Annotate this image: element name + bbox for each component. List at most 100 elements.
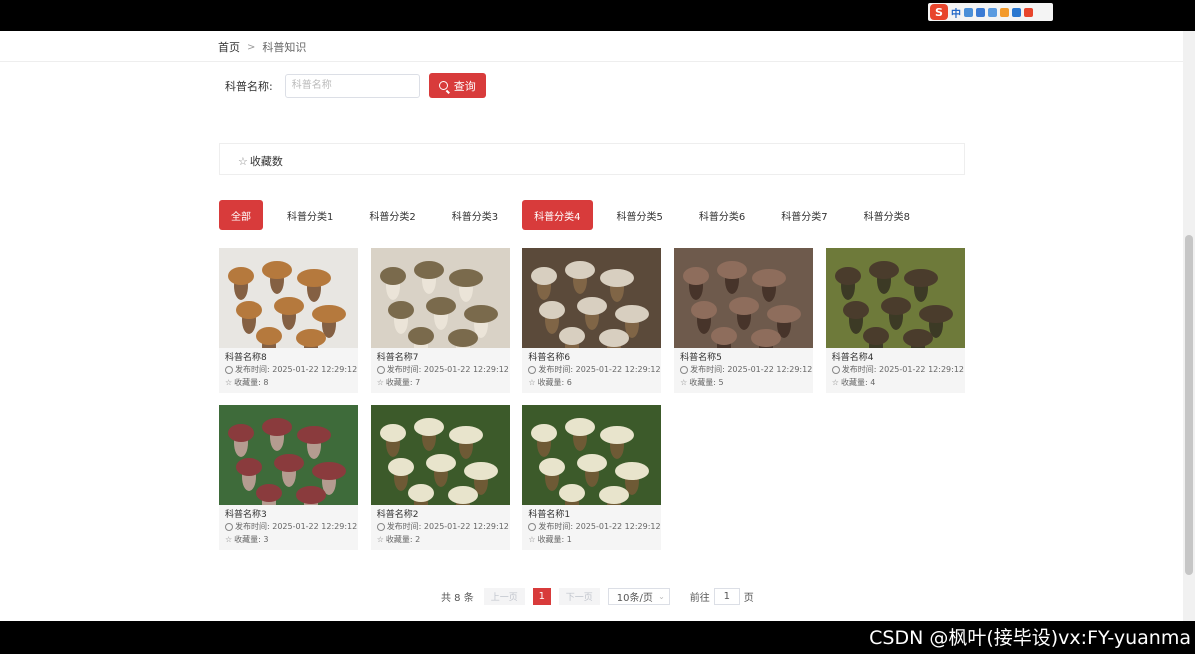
content-card[interactable]: 科普名称1 发布时间: 2025-01-22 12:29:12 ☆ 收藏量: 1 bbox=[522, 405, 662, 550]
card-publish-time: 发布时间: 2025-01-22 12:29:12 bbox=[528, 521, 661, 532]
star-icon: ☆ bbox=[225, 535, 233, 544]
star-icon: ☆ bbox=[238, 154, 248, 168]
sogou-logo-icon: S bbox=[930, 4, 948, 20]
star-icon: ☆ bbox=[680, 378, 688, 387]
favorites-text: 收藏量: 7 bbox=[385, 378, 421, 387]
content-card[interactable]: 科普名称5 发布时间: 2025-01-22 12:29:12 ☆ 收藏量: 5 bbox=[674, 248, 814, 393]
search-label: 科普名称: bbox=[225, 79, 273, 93]
card-image[interactable] bbox=[219, 248, 358, 348]
card-title[interactable]: 科普名称8 bbox=[225, 350, 267, 363]
tab-3[interactable]: 科普分类3 bbox=[440, 200, 510, 230]
publish-time-text: 发布时间: 2025-01-22 12:29:12 bbox=[386, 365, 509, 374]
tab-5[interactable]: 科普分类5 bbox=[605, 200, 675, 230]
breadcrumb-home[interactable]: 首页 bbox=[218, 39, 240, 55]
favorites-text: 收藏量: 3 bbox=[234, 535, 269, 544]
search-bar: 科普名称: 科普名称 查询 bbox=[225, 73, 486, 98]
tab-2[interactable]: 科普分类2 bbox=[357, 200, 427, 230]
card-image[interactable] bbox=[219, 405, 358, 505]
page-suffix: 页 bbox=[743, 593, 754, 604]
breadcrumb-current: 科普知识 bbox=[262, 41, 307, 54]
card-image[interactable] bbox=[522, 405, 662, 505]
favorites-text: 收藏量: 8 bbox=[234, 378, 269, 387]
star-icon: ☆ bbox=[225, 378, 233, 387]
content-card[interactable]: 科普名称2 发布时间: 2025-01-22 12:29:12 ☆ 收藏量: 2 bbox=[370, 405, 510, 550]
scrollbar-thumb[interactable] bbox=[1185, 235, 1193, 575]
goto-page-input[interactable]: 1 bbox=[713, 588, 740, 605]
tab-4[interactable]: 科普分类4 bbox=[522, 200, 593, 230]
tab-7[interactable]: 科普分类7 bbox=[769, 200, 839, 230]
favorites-text: 收藏量: 6 bbox=[537, 378, 572, 387]
sort-by-favorites[interactable]: ☆ 收藏数 bbox=[238, 153, 283, 169]
card-title[interactable]: 科普名称2 bbox=[377, 507, 419, 520]
clock-icon bbox=[376, 522, 385, 531]
favorites-text: 收藏量: 5 bbox=[689, 378, 724, 387]
content-card[interactable]: 科普名称6 发布时间: 2025-01-22 12:29:12 ☆ 收藏量: 6 bbox=[522, 248, 662, 393]
card-title[interactable]: 科普名称5 bbox=[680, 350, 722, 363]
card-image[interactable] bbox=[674, 248, 814, 348]
page-size-select[interactable]: 10条/页 ⌄ bbox=[607, 588, 670, 605]
clock-icon bbox=[225, 365, 233, 374]
card-publish-time: 发布时间: 2025-01-22 12:29:12 bbox=[376, 521, 509, 532]
breadcrumb-separator: > bbox=[247, 41, 256, 53]
star-icon: ☆ bbox=[528, 378, 536, 387]
card-favorites: ☆ 收藏量: 3 bbox=[225, 534, 269, 545]
card-title[interactable]: 科普名称7 bbox=[377, 350, 419, 363]
chevron-down-icon: ⌄ bbox=[658, 592, 665, 601]
card-image[interactable] bbox=[825, 248, 965, 348]
publish-time-text: 发布时间: 2025-01-22 12:29:12 bbox=[386, 522, 509, 531]
microphone-icon[interactable] bbox=[976, 7, 985, 17]
next-page-button[interactable]: 下一页 bbox=[558, 588, 600, 605]
favorites-text: 收藏量: 1 bbox=[537, 535, 572, 544]
clock-icon bbox=[528, 522, 537, 531]
sort-label: 收藏数 bbox=[249, 155, 283, 168]
publish-time-text: 发布时间: 2025-01-22 12:29:12 bbox=[538, 522, 661, 531]
ime-toolbar[interactable]: S 中 bbox=[928, 3, 1053, 21]
card-publish-time: 发布时间: 2025-01-22 12:29:12 bbox=[680, 364, 812, 375]
search-button[interactable]: 查询 bbox=[428, 73, 486, 98]
card-publish-time: 发布时间: 2025-01-22 12:29:12 bbox=[831, 364, 964, 375]
content-card[interactable]: 科普名称3 发布时间: 2025-01-22 12:29:12 ☆ 收藏量: 3 bbox=[219, 405, 358, 550]
card-image[interactable] bbox=[522, 248, 662, 348]
card-publish-time: 发布时间: 2025-01-22 12:29:12 bbox=[225, 521, 357, 532]
pagination: 共 8 条 上一页 1 下一页 10条/页 ⌄ 前往 1 页 bbox=[441, 588, 754, 605]
menu-icon[interactable] bbox=[1024, 7, 1033, 17]
card-publish-time: 发布时间: 2025-01-22 12:29:12 bbox=[376, 364, 509, 375]
card-title[interactable]: 科普名称4 bbox=[832, 350, 874, 363]
ime-mode[interactable]: 中 bbox=[951, 5, 961, 20]
tab-6[interactable]: 科普分类6 bbox=[687, 200, 757, 230]
card-favorites: ☆ 收藏量: 6 bbox=[528, 377, 572, 388]
tab-1[interactable]: 科普分类1 bbox=[275, 200, 345, 230]
sort-bar: ☆ 收藏数 bbox=[219, 143, 965, 175]
publish-time-text: 发布时间: 2025-01-22 12:29:12 bbox=[235, 365, 358, 374]
page-number-1[interactable]: 1 bbox=[532, 588, 551, 605]
keyboard-icon[interactable] bbox=[988, 7, 997, 17]
tab-0[interactable]: 全部 bbox=[219, 200, 263, 230]
content-card[interactable]: 科普名称8 发布时间: 2025-01-22 12:29:12 ☆ 收藏量: 8 bbox=[219, 248, 358, 393]
card-title[interactable]: 科普名称3 bbox=[225, 507, 267, 520]
card-title[interactable]: 科普名称6 bbox=[528, 350, 570, 363]
pagination-total: 共 8 条 bbox=[441, 593, 474, 604]
clock-icon bbox=[831, 365, 840, 374]
clock-icon bbox=[680, 365, 689, 374]
star-icon: ☆ bbox=[831, 378, 839, 387]
search-icon bbox=[438, 81, 448, 90]
card-publish-time: 发布时间: 2025-01-22 12:29:12 bbox=[225, 364, 357, 375]
star-icon: ☆ bbox=[376, 378, 384, 387]
tab-8[interactable]: 科普分类8 bbox=[852, 200, 922, 230]
prev-page-button[interactable]: 上一页 bbox=[483, 588, 525, 605]
skin-icon[interactable] bbox=[1000, 7, 1009, 17]
watermark: CSDN @枫叶(接毕设)vx:FY-yuanma bbox=[869, 627, 1191, 649]
vertical-scrollbar[interactable] bbox=[1183, 31, 1195, 621]
publish-time-text: 发布时间: 2025-01-22 12:29:12 bbox=[235, 522, 358, 531]
favorites-text: 收藏量: 2 bbox=[385, 535, 421, 544]
content-card[interactable]: 科普名称4 发布时间: 2025-01-22 12:29:12 ☆ 收藏量: 4 bbox=[825, 248, 965, 393]
toolbox-icon[interactable] bbox=[1012, 7, 1021, 17]
card-image[interactable] bbox=[370, 405, 510, 505]
search-input[interactable]: 科普名称 bbox=[284, 73, 420, 98]
content-card[interactable]: 科普名称7 发布时间: 2025-01-22 12:29:12 ☆ 收藏量: 7 bbox=[370, 248, 510, 393]
card-title[interactable]: 科普名称1 bbox=[528, 507, 570, 520]
bottom-black-bar: CSDN @枫叶(接毕设)vx:FY-yuanma bbox=[0, 621, 1195, 654]
goto-label: 前往 bbox=[689, 593, 710, 604]
punctuation-icon[interactable] bbox=[964, 7, 973, 17]
card-image[interactable] bbox=[370, 248, 510, 348]
